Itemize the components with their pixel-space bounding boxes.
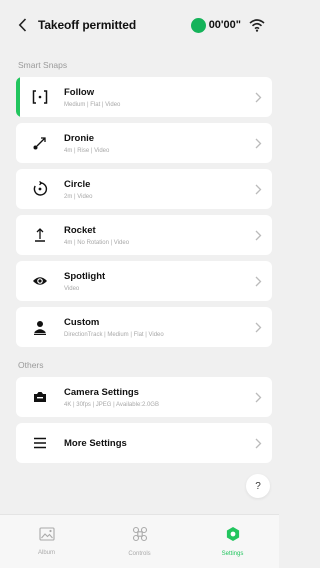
chevron-right-icon	[244, 92, 272, 103]
setting-name: Camera Settings	[64, 386, 139, 398]
snap-detail: 4m | No Rotation | Video	[64, 239, 130, 246]
tab-label: Controls	[128, 551, 151, 557]
page-title: Takeoff permitted	[38, 18, 137, 32]
snap-item-custom[interactable]: Custom DirectionTrack | Medium | Flat | …	[16, 307, 272, 347]
rocket-icon	[16, 215, 64, 255]
camera-icon	[16, 377, 64, 417]
snap-item-circle[interactable]: Circle 2m | Video	[16, 169, 272, 209]
status-dot-icon	[190, 17, 206, 33]
snap-item-spotlight[interactable]: Spotlight Video	[16, 261, 272, 301]
snap-text: Rocket 4m | No Rotation | Video	[64, 225, 244, 246]
snap-detail: 4m | Rise | Video	[64, 147, 110, 154]
chevron-right-icon	[244, 138, 272, 149]
snap-name: Circle	[64, 178, 91, 190]
setting-text: Camera Settings 4K | 30fps | JPEG | Avai…	[64, 387, 244, 408]
tab-controls[interactable]: Controls	[93, 515, 186, 568]
snap-name: Rocket	[64, 224, 96, 236]
settings-icon	[225, 526, 241, 547]
setting-detail: 4K | 30fps | JPEG | Available:2.0GB	[64, 401, 159, 408]
setting-name: More Settings	[64, 437, 127, 449]
snap-text: Follow Medium | Flat | Video	[64, 87, 244, 108]
snap-detail: DirectionTrack | Medium | Flat | Video	[64, 331, 164, 338]
tab-label: Settings	[221, 551, 244, 557]
snap-item-follow[interactable]: Follow Medium | Flat | Video	[16, 77, 272, 117]
circle-icon	[16, 169, 64, 209]
back-icon[interactable]	[18, 15, 32, 35]
chevron-right-icon	[244, 438, 272, 449]
eye-icon	[16, 261, 64, 301]
follow-icon	[16, 77, 64, 117]
wifi-icon	[249, 18, 265, 32]
album-icon	[38, 527, 55, 546]
tab-bar: Album Controls Settings	[0, 514, 279, 568]
tab-album[interactable]: Album	[0, 515, 93, 568]
tab-label: Album	[37, 550, 55, 556]
snap-text: Custom DirectionTrack | Medium | Flat | …	[64, 317, 244, 338]
chevron-right-icon	[244, 392, 272, 403]
dronie-icon	[16, 123, 64, 163]
chevron-right-icon	[244, 276, 272, 287]
controls-icon	[132, 526, 148, 547]
help-button[interactable]: ?	[246, 474, 270, 498]
section-smart-snaps: Smart Snaps	[18, 60, 68, 70]
header: Takeoff permitted 00'00"	[0, 0, 279, 50]
setting-text: More Settings	[64, 438, 244, 449]
chevron-right-icon	[244, 184, 272, 195]
flight-timer: 00'00"	[190, 17, 241, 33]
snap-text: Spotlight Video	[64, 271, 244, 292]
chevron-right-icon	[244, 230, 272, 241]
timer-value: 00'00"	[208, 19, 241, 31]
snap-name: Spotlight	[64, 270, 106, 282]
snap-name: Dronie	[64, 132, 95, 144]
section-others: Others	[18, 360, 44, 370]
snap-item-rocket[interactable]: Rocket 4m | No Rotation | Video	[16, 215, 272, 255]
camera-settings-item[interactable]: Camera Settings 4K | 30fps | JPEG | Avai…	[16, 377, 272, 417]
chevron-right-icon	[244, 322, 272, 333]
more-settings-item[interactable]: More Settings	[16, 423, 272, 463]
snap-detail: Video	[64, 285, 80, 292]
person-icon	[16, 307, 64, 347]
snap-name: Custom	[64, 316, 100, 328]
tab-settings[interactable]: Settings	[186, 515, 279, 568]
snap-text: Circle 2m | Video	[64, 179, 244, 200]
selected-indicator	[16, 77, 20, 117]
snap-name: Follow	[64, 86, 95, 98]
snap-item-dronie[interactable]: Dronie 4m | Rise | Video	[16, 123, 272, 163]
snap-text: Dronie 4m | Rise | Video	[64, 133, 244, 154]
menu-icon	[16, 423, 64, 463]
snap-detail: Medium | Flat | Video	[64, 101, 121, 108]
snap-detail: 2m | Video	[64, 193, 93, 200]
